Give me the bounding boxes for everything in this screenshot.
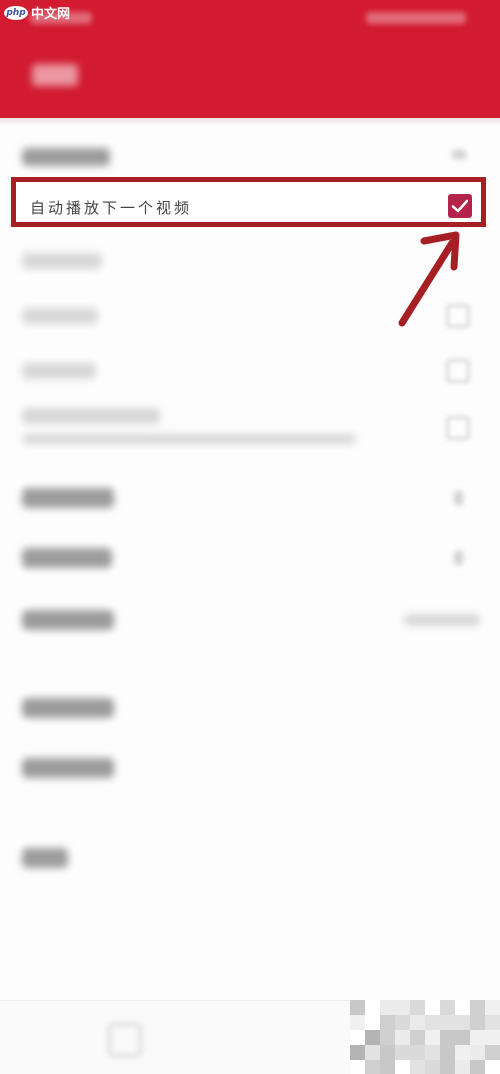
mosaic-cell xyxy=(455,1060,470,1074)
menu-label xyxy=(22,848,68,868)
mosaic-cell xyxy=(365,1060,380,1074)
mosaic-cell xyxy=(395,1015,410,1030)
mosaic-cell xyxy=(395,1045,410,1060)
menu-value xyxy=(404,614,480,626)
chevron-right-icon xyxy=(454,491,463,505)
mosaic-cell xyxy=(455,1015,470,1030)
menu-row-2[interactable] xyxy=(0,538,500,578)
mosaic-cell xyxy=(425,1015,440,1030)
chevron-right-icon xyxy=(454,551,463,565)
setting-description xyxy=(22,434,356,444)
setting-row-3[interactable] xyxy=(0,350,500,394)
status-bar-icons xyxy=(366,12,466,24)
mosaic-cell xyxy=(440,1000,455,1015)
mosaic-cell xyxy=(470,1015,485,1030)
mosaic-cell xyxy=(365,1030,380,1045)
mosaic-cell xyxy=(365,1015,380,1030)
section-header-playback[interactable] xyxy=(0,140,500,176)
mosaic-cell xyxy=(350,1015,365,1030)
page-title xyxy=(32,64,78,86)
mosaic-cell xyxy=(485,1060,500,1074)
mosaic-cell xyxy=(470,1000,485,1015)
mosaic-cell xyxy=(380,1045,395,1060)
menu-label xyxy=(22,758,114,778)
menu-row-1[interactable] xyxy=(0,478,500,518)
mosaic-cell xyxy=(410,1060,425,1074)
setting-checkbox[interactable] xyxy=(446,416,470,440)
setting-row-1[interactable] xyxy=(0,240,500,284)
app-header xyxy=(0,0,500,118)
setting-label xyxy=(22,363,96,379)
collapse-chevron-icon xyxy=(452,150,466,159)
mosaic-cell xyxy=(425,1030,440,1045)
setting-label xyxy=(22,253,102,269)
mosaic-cell xyxy=(410,1045,425,1060)
autoplay-next-row[interactable]: 自动播放下一个视频 xyxy=(11,177,486,227)
menu-label xyxy=(22,548,112,568)
menu-row-3[interactable] xyxy=(0,600,500,640)
checkmark-icon xyxy=(451,199,469,213)
mosaic-cell xyxy=(395,1030,410,1045)
mosaic-cell xyxy=(485,1045,500,1060)
pixelated-watermark xyxy=(350,1000,500,1074)
header-shadow xyxy=(0,118,500,126)
mosaic-cell xyxy=(470,1045,485,1060)
mosaic-cell xyxy=(440,1060,455,1074)
autoplay-next-checkbox[interactable] xyxy=(448,194,472,218)
site-watermark: php 中文网 xyxy=(4,3,70,22)
mosaic-cell xyxy=(410,1000,425,1015)
mosaic-cell xyxy=(380,1030,395,1045)
nav-home-icon[interactable] xyxy=(108,1023,142,1057)
mosaic-cell xyxy=(425,1000,440,1015)
menu-label xyxy=(22,488,114,508)
mosaic-cell xyxy=(485,1000,500,1015)
mosaic-cell xyxy=(410,1030,425,1045)
mosaic-cell xyxy=(425,1045,440,1060)
menu-row-4[interactable] xyxy=(0,688,500,728)
setting-checkbox[interactable] xyxy=(446,359,470,383)
mosaic-cell xyxy=(440,1015,455,1030)
menu-label xyxy=(22,698,114,718)
setting-label xyxy=(22,408,160,424)
mosaic-cell xyxy=(455,1000,470,1015)
mosaic-cell xyxy=(350,1030,365,1045)
mosaic-cell xyxy=(470,1030,485,1045)
mosaic-cell xyxy=(425,1060,440,1074)
mosaic-cell xyxy=(440,1045,455,1060)
menu-row-6[interactable] xyxy=(0,838,500,878)
watermark-logo: php xyxy=(4,5,28,20)
mosaic-cell xyxy=(395,1060,410,1074)
autoplay-next-label: 自动播放下一个视频 xyxy=(30,199,193,217)
mosaic-cell xyxy=(380,1060,395,1074)
setting-checkbox[interactable] xyxy=(446,304,470,328)
setting-row-4[interactable] xyxy=(0,400,500,456)
mosaic-cell xyxy=(455,1030,470,1045)
mosaic-cell xyxy=(440,1030,455,1045)
mosaic-cell xyxy=(365,1045,380,1060)
menu-row-5[interactable] xyxy=(0,748,500,788)
setting-label xyxy=(22,308,98,324)
mosaic-cell xyxy=(470,1060,485,1074)
setting-row-2[interactable] xyxy=(0,295,500,339)
mosaic-cell xyxy=(350,1000,365,1015)
mosaic-cell xyxy=(485,1015,500,1030)
section-title xyxy=(22,148,110,166)
mosaic-cell xyxy=(365,1000,380,1015)
mosaic-cell xyxy=(380,1000,395,1015)
settings-screen: php 中文网 自动播放下一个视频 xyxy=(0,0,500,1074)
mosaic-cell xyxy=(350,1045,365,1060)
mosaic-cell xyxy=(380,1015,395,1030)
mosaic-cell xyxy=(395,1000,410,1015)
mosaic-cell xyxy=(485,1030,500,1045)
watermark-site-name: 中文网 xyxy=(31,7,71,22)
mosaic-cell xyxy=(350,1060,365,1074)
mosaic-cell xyxy=(410,1015,425,1030)
mosaic-cell xyxy=(455,1045,470,1060)
menu-label xyxy=(22,610,114,630)
